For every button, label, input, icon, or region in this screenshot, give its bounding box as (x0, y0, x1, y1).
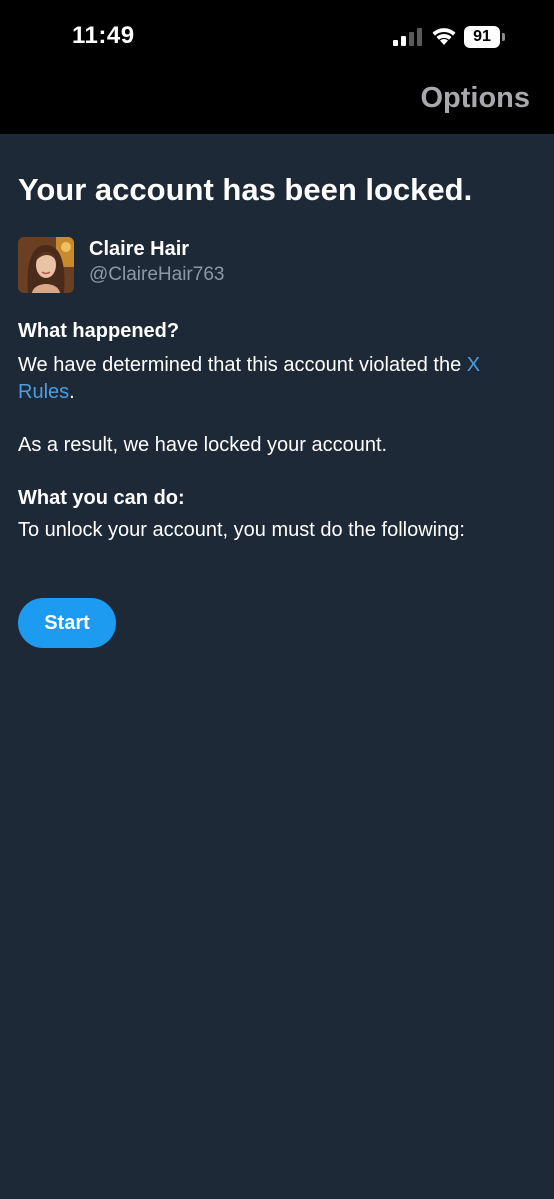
profile-name: Claire Hair (89, 238, 190, 260)
cellular-signal-icon (393, 28, 422, 46)
unlock-instructions: To unlock your account, you must do the … (18, 519, 465, 541)
result-text: As a result, we have locked your account… (18, 434, 388, 456)
violation-text-start: We have determined that this account vio… (18, 354, 467, 376)
start-button[interactable]: Start (18, 598, 116, 648)
avatar-image (18, 237, 74, 293)
options-button[interactable]: Options (420, 82, 530, 115)
battery-tip (502, 33, 505, 41)
battery-level: 91 (464, 26, 500, 48)
status-time: 11:49 (72, 22, 135, 49)
what-happened-heading: What happened? (18, 320, 180, 342)
battery-icon: 91 (464, 26, 506, 48)
page-title: Your account has been locked. (18, 172, 473, 207)
profile-handle: @ClaireHair763 (89, 264, 225, 285)
what-you-can-do-heading: What you can do: (18, 487, 185, 509)
violation-text-end: . (69, 381, 75, 403)
avatar (18, 237, 74, 293)
top-bar: 11:49 91 Options (0, 0, 554, 134)
violation-text: We have determined that this account vio… (18, 352, 518, 406)
wifi-icon (432, 28, 456, 45)
